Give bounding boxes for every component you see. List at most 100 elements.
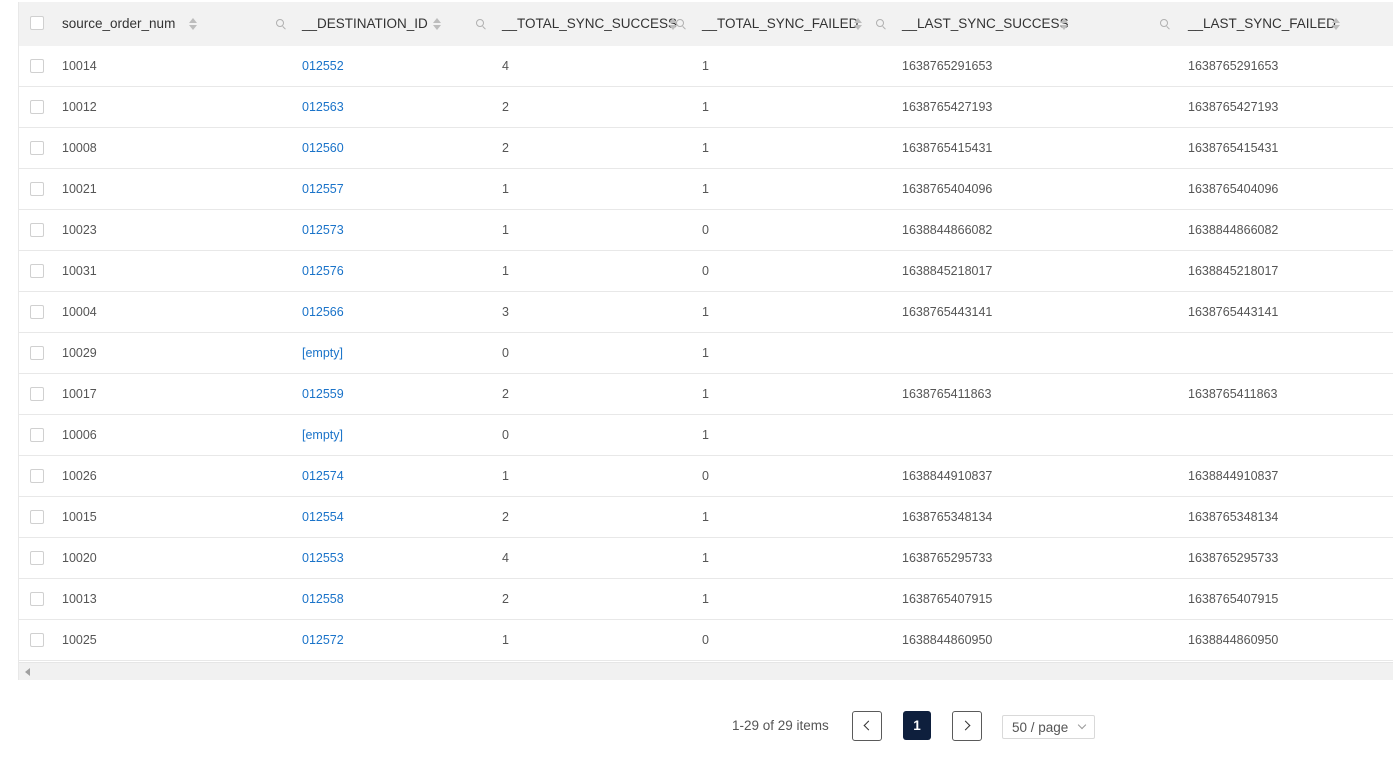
destination-id-link[interactable]: 012576 (302, 251, 344, 291)
search-icon[interactable] (1160, 19, 1169, 28)
destination-id-link[interactable]: 012557 (302, 169, 344, 209)
header-source-order-num[interactable]: source_order_num (62, 2, 175, 46)
destination-id-link[interactable]: 012558 (302, 579, 344, 619)
header-destination-id[interactable]: __DESTINATION_ID (302, 2, 428, 46)
search-icon[interactable] (876, 19, 885, 28)
cell-last-sync-success: 1638844866082 (902, 223, 993, 237)
search-icon[interactable] (476, 19, 485, 28)
cell-source-order-num: 10013 (62, 592, 97, 606)
cell-total-sync-success: 2 (502, 510, 509, 524)
row-checkbox[interactable] (30, 182, 44, 196)
cell-total-sync-failed: 1 (702, 182, 709, 196)
destination-id-link[interactable]: 012573 (302, 210, 344, 250)
cell-source-order-num: 10025 (62, 633, 97, 647)
row-checkbox[interactable] (30, 141, 44, 155)
table-row[interactable]: 10004 012566 3 1 1638765443141 1638765443141 (19, 292, 1393, 333)
current-page-button[interactable]: 1 (903, 711, 931, 740)
destination-id-link[interactable]: [empty] (302, 333, 343, 373)
table-row[interactable]: 10014 012552 4 1 1638765291653 1638765291653 (19, 46, 1393, 87)
sort-icon[interactable] (1332, 17, 1340, 31)
cell-last-sync-success: 1638765407915 (902, 592, 993, 606)
cell-total-sync-success: 0 (502, 346, 509, 360)
table-row[interactable]: 10015 012554 2 1 1638765348134 1638765348134 (19, 497, 1393, 538)
pagination-total: 1-29 of 29 items (732, 718, 829, 733)
cell-total-sync-success: 4 (502, 59, 509, 73)
row-checkbox[interactable] (30, 551, 44, 565)
destination-id-link[interactable]: 012560 (302, 128, 344, 168)
row-checkbox[interactable] (30, 510, 44, 524)
cell-total-sync-failed: 0 (702, 264, 709, 278)
table-row[interactable]: 10012 012563 2 1 1638765427193 1638765427193 (19, 87, 1393, 128)
table-row[interactable]: 10021 012557 1 1 1638765404096 1638765404096 (19, 169, 1393, 210)
cell-last-sync-failed: 1638844910837 (1188, 469, 1279, 483)
chevron-down-icon (1077, 720, 1087, 730)
destination-id-link[interactable]: 012563 (302, 87, 344, 127)
cell-last-sync-failed: 1638765404096 (1188, 182, 1279, 196)
header-total-sync-failed[interactable]: __TOTAL_SYNC_FAILED (702, 2, 858, 46)
table-row[interactable]: 10006 [empty] 0 1 (19, 415, 1393, 456)
select-all-checkbox[interactable] (30, 16, 44, 30)
cell-total-sync-success: 0 (502, 428, 509, 442)
header-last-sync-failed[interactable]: __LAST_SYNC_FAILED (1188, 2, 1336, 46)
sort-icon[interactable] (189, 17, 197, 31)
destination-id-link[interactable]: 012552 (302, 46, 344, 86)
table-row[interactable]: 10020 012553 4 1 1638765295733 1638765295733 (19, 538, 1393, 579)
destination-id-link[interactable]: 012553 (302, 538, 344, 578)
table-row[interactable]: 10026 012574 1 0 1638844910837 1638844910837 (19, 456, 1393, 497)
cell-total-sync-failed: 1 (702, 59, 709, 73)
cell-total-sync-failed: 1 (702, 551, 709, 565)
row-checkbox[interactable] (30, 387, 44, 401)
row-checkbox[interactable] (30, 469, 44, 483)
header-total-sync-success[interactable]: __TOTAL_SYNC_SUCCESS (502, 2, 677, 46)
sort-icon[interactable] (433, 17, 441, 31)
row-checkbox[interactable] (30, 100, 44, 114)
table-row[interactable]: 10029 [empty] 0 1 (19, 333, 1393, 374)
header-last-sync-success[interactable]: __LAST_SYNC_SUCCESS (902, 2, 1069, 46)
table-row[interactable]: 10017 012559 2 1 1638765411863 1638765411863 (19, 374, 1393, 415)
destination-id-link[interactable]: 012559 (302, 374, 344, 414)
sort-icon[interactable] (1060, 17, 1068, 31)
cell-total-sync-failed: 0 (702, 469, 709, 483)
cell-last-sync-success: 1638765427193 (902, 100, 993, 114)
cell-source-order-num: 10020 (62, 551, 97, 565)
destination-id-link[interactable]: 012574 (302, 456, 344, 496)
cell-source-order-num: 10014 (62, 59, 97, 73)
cell-source-order-num: 10023 (62, 223, 97, 237)
row-checkbox[interactable] (30, 264, 44, 278)
row-checkbox[interactable] (30, 346, 44, 360)
horizontal-scrollbar[interactable] (19, 662, 1393, 680)
cell-last-sync-success: 1638765291653 (902, 59, 993, 73)
destination-id-link[interactable]: 012572 (302, 620, 344, 660)
cell-last-sync-success: 1638765348134 (902, 510, 993, 524)
search-icon[interactable] (676, 19, 685, 28)
row-checkbox[interactable] (30, 633, 44, 647)
cell-last-sync-success: 1638765404096 (902, 182, 993, 196)
cell-total-sync-failed: 1 (702, 100, 709, 114)
row-checkbox[interactable] (30, 592, 44, 606)
destination-id-link[interactable]: [empty] (302, 415, 343, 455)
next-page-button[interactable] (952, 711, 982, 741)
scroll-left-arrow-icon[interactable] (25, 668, 30, 676)
cell-total-sync-success: 1 (502, 182, 509, 196)
prev-page-button[interactable] (852, 711, 882, 741)
chevron-left-icon (863, 720, 874, 731)
cell-source-order-num: 10021 (62, 182, 97, 196)
table-row[interactable]: 10025 012572 1 0 1638844860950 1638844860950 (19, 620, 1393, 661)
row-checkbox[interactable] (30, 428, 44, 442)
table-row[interactable]: 10031 012576 1 0 1638845218017 1638845218017 (19, 251, 1393, 292)
search-icon[interactable] (276, 19, 285, 28)
table-row[interactable]: 10008 012560 2 1 1638765415431 1638765415431 (19, 128, 1393, 169)
row-checkbox[interactable] (30, 59, 44, 73)
cell-last-sync-success: 1638765443141 (902, 305, 993, 319)
row-checkbox[interactable] (30, 223, 44, 237)
destination-id-link[interactable]: 012554 (302, 497, 344, 537)
row-checkbox[interactable] (30, 305, 44, 319)
sort-icon[interactable] (854, 17, 862, 31)
table-row[interactable]: 10023 012573 1 0 1638844866082 1638844866082 (19, 210, 1393, 251)
destination-id-link[interactable]: 012566 (302, 292, 344, 332)
cell-last-sync-failed: 1638765407915 (1188, 592, 1279, 606)
cell-source-order-num: 10015 (62, 510, 97, 524)
table-row[interactable]: 10013 012558 2 1 1638765407915 1638765407915 (19, 579, 1393, 620)
cell-total-sync-success: 2 (502, 592, 509, 606)
page-size-select[interactable]: 50 / page (1002, 715, 1095, 739)
